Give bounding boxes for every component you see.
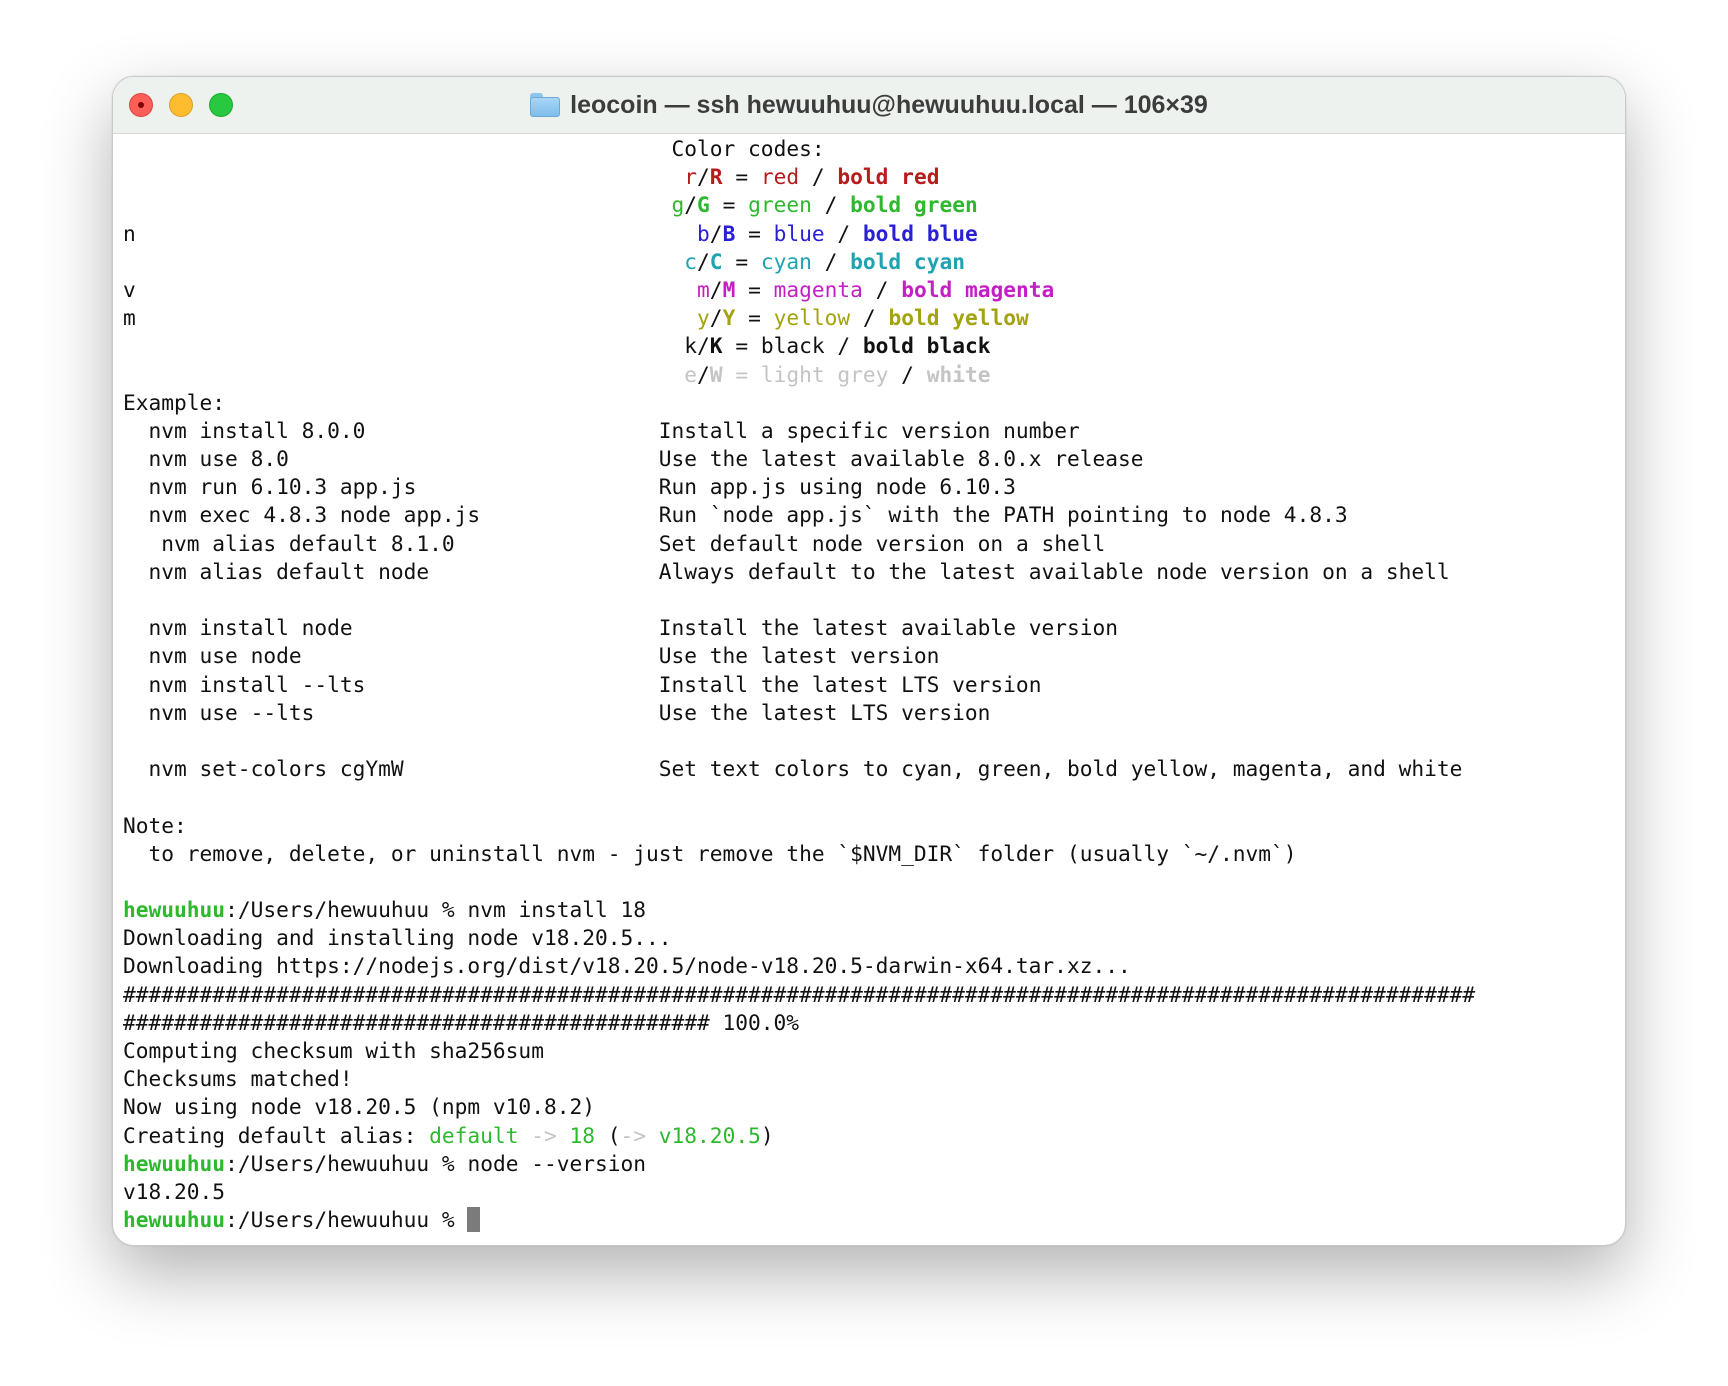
command-text: node --version — [467, 1150, 647, 1176]
terminal-window: leocoin — ssh hewuuhuu@hewuuhuu.local — … — [112, 76, 1626, 1246]
prompt-user: hewuuhuu — [123, 1207, 226, 1233]
example-row: nvm install node Install the latest avai… — [148, 615, 1118, 641]
color-row-yellow: m y/Y = yellow / bold yellow — [123, 305, 1029, 331]
color-row-blue: n b/B = blue / bold blue — [123, 220, 978, 246]
example-row: nvm use node Use the latest version — [148, 643, 940, 669]
color-row-black: k/K = black / bold black — [684, 333, 991, 359]
example-row: nvm set-colors cgYmW Set text colors to … — [148, 756, 1463, 782]
color-row-magenta: v m/M = magenta / bold magenta — [123, 276, 1055, 302]
prompt-user: hewuuhuu — [123, 897, 226, 923]
example-row: nvm run 6.10.3 app.js Run app.js using n… — [148, 474, 1016, 500]
color-row-green: g/G = green / bold green — [671, 192, 978, 218]
output-line: Computing checksum with sha256sum — [123, 1038, 544, 1063]
output-line: v18.20.5 — [123, 1178, 226, 1204]
prompt-line: hewuuhuu:/Users/hewuuhuu % node --versio… — [123, 1150, 647, 1176]
prompt-user: hewuuhuu — [123, 1150, 226, 1176]
progress-bar-line: ########################################… — [123, 981, 1476, 1007]
terminal-output[interactable]: Color codes: r/R = red / bold red g/G = … — [123, 135, 1613, 1235]
folder-icon — [530, 93, 561, 117]
color-row-red: r/R = red / bold red — [684, 164, 940, 190]
output-line: Now using node v18.20.5 (npm v10.8.2) — [123, 1094, 595, 1120]
prompt-line-active[interactable]: hewuuhuu:/Users/hewuuhuu % — [123, 1206, 1613, 1234]
note-header: Note: — [123, 812, 187, 838]
output-line: Downloading and installing node v18.20.5… — [123, 925, 672, 951]
output-line: Checksums matched! — [123, 1066, 353, 1092]
text-cursor — [467, 1207, 481, 1233]
progress-bar-line: ########################################… — [123, 1009, 800, 1035]
color-row-grey: e/W = light grey / white — [684, 361, 991, 387]
window-title: leocoin — ssh hewuuhuu@hewuuhuu.local — … — [570, 90, 1208, 119]
alias-line: Creating default alias: default -> 18 (-… — [123, 1122, 774, 1148]
example-row: nvm exec 4.8.3 node app.js Run `node app… — [148, 502, 1348, 528]
title-container: leocoin — ssh hewuuhuu@hewuuhuu.local — … — [113, 77, 1625, 133]
example-header: Example: — [123, 389, 226, 415]
example-row: nvm install 8.0.0 Install a specific ver… — [148, 417, 1080, 443]
title-bar[interactable]: leocoin — ssh hewuuhuu@hewuuhuu.local — … — [113, 77, 1625, 134]
example-row: nvm use --lts Use the latest LTS version — [148, 699, 991, 725]
prompt-line: hewuuhuu:/Users/hewuuhuu % nvm install 1… — [123, 897, 647, 923]
command-text: nvm install 18 — [467, 897, 647, 923]
color-row-cyan: c/C = cyan / bold cyan — [684, 248, 965, 274]
color-codes-header-line: Color codes: — [671, 136, 825, 161]
example-row: nvm alias default node Always default to… — [148, 558, 1450, 584]
example-row: nvm install --lts Install the latest LTS… — [148, 671, 1042, 697]
example-row: nvm alias default 8.1.0 Set default node… — [161, 530, 1106, 556]
output-line: Downloading https://nodejs.org/dist/v18.… — [123, 953, 1131, 979]
note-text-line: to remove, delete, or uninstall nvm - ju… — [148, 840, 1297, 866]
example-row: nvm use 8.0 Use the latest available 8.0… — [148, 446, 1144, 472]
